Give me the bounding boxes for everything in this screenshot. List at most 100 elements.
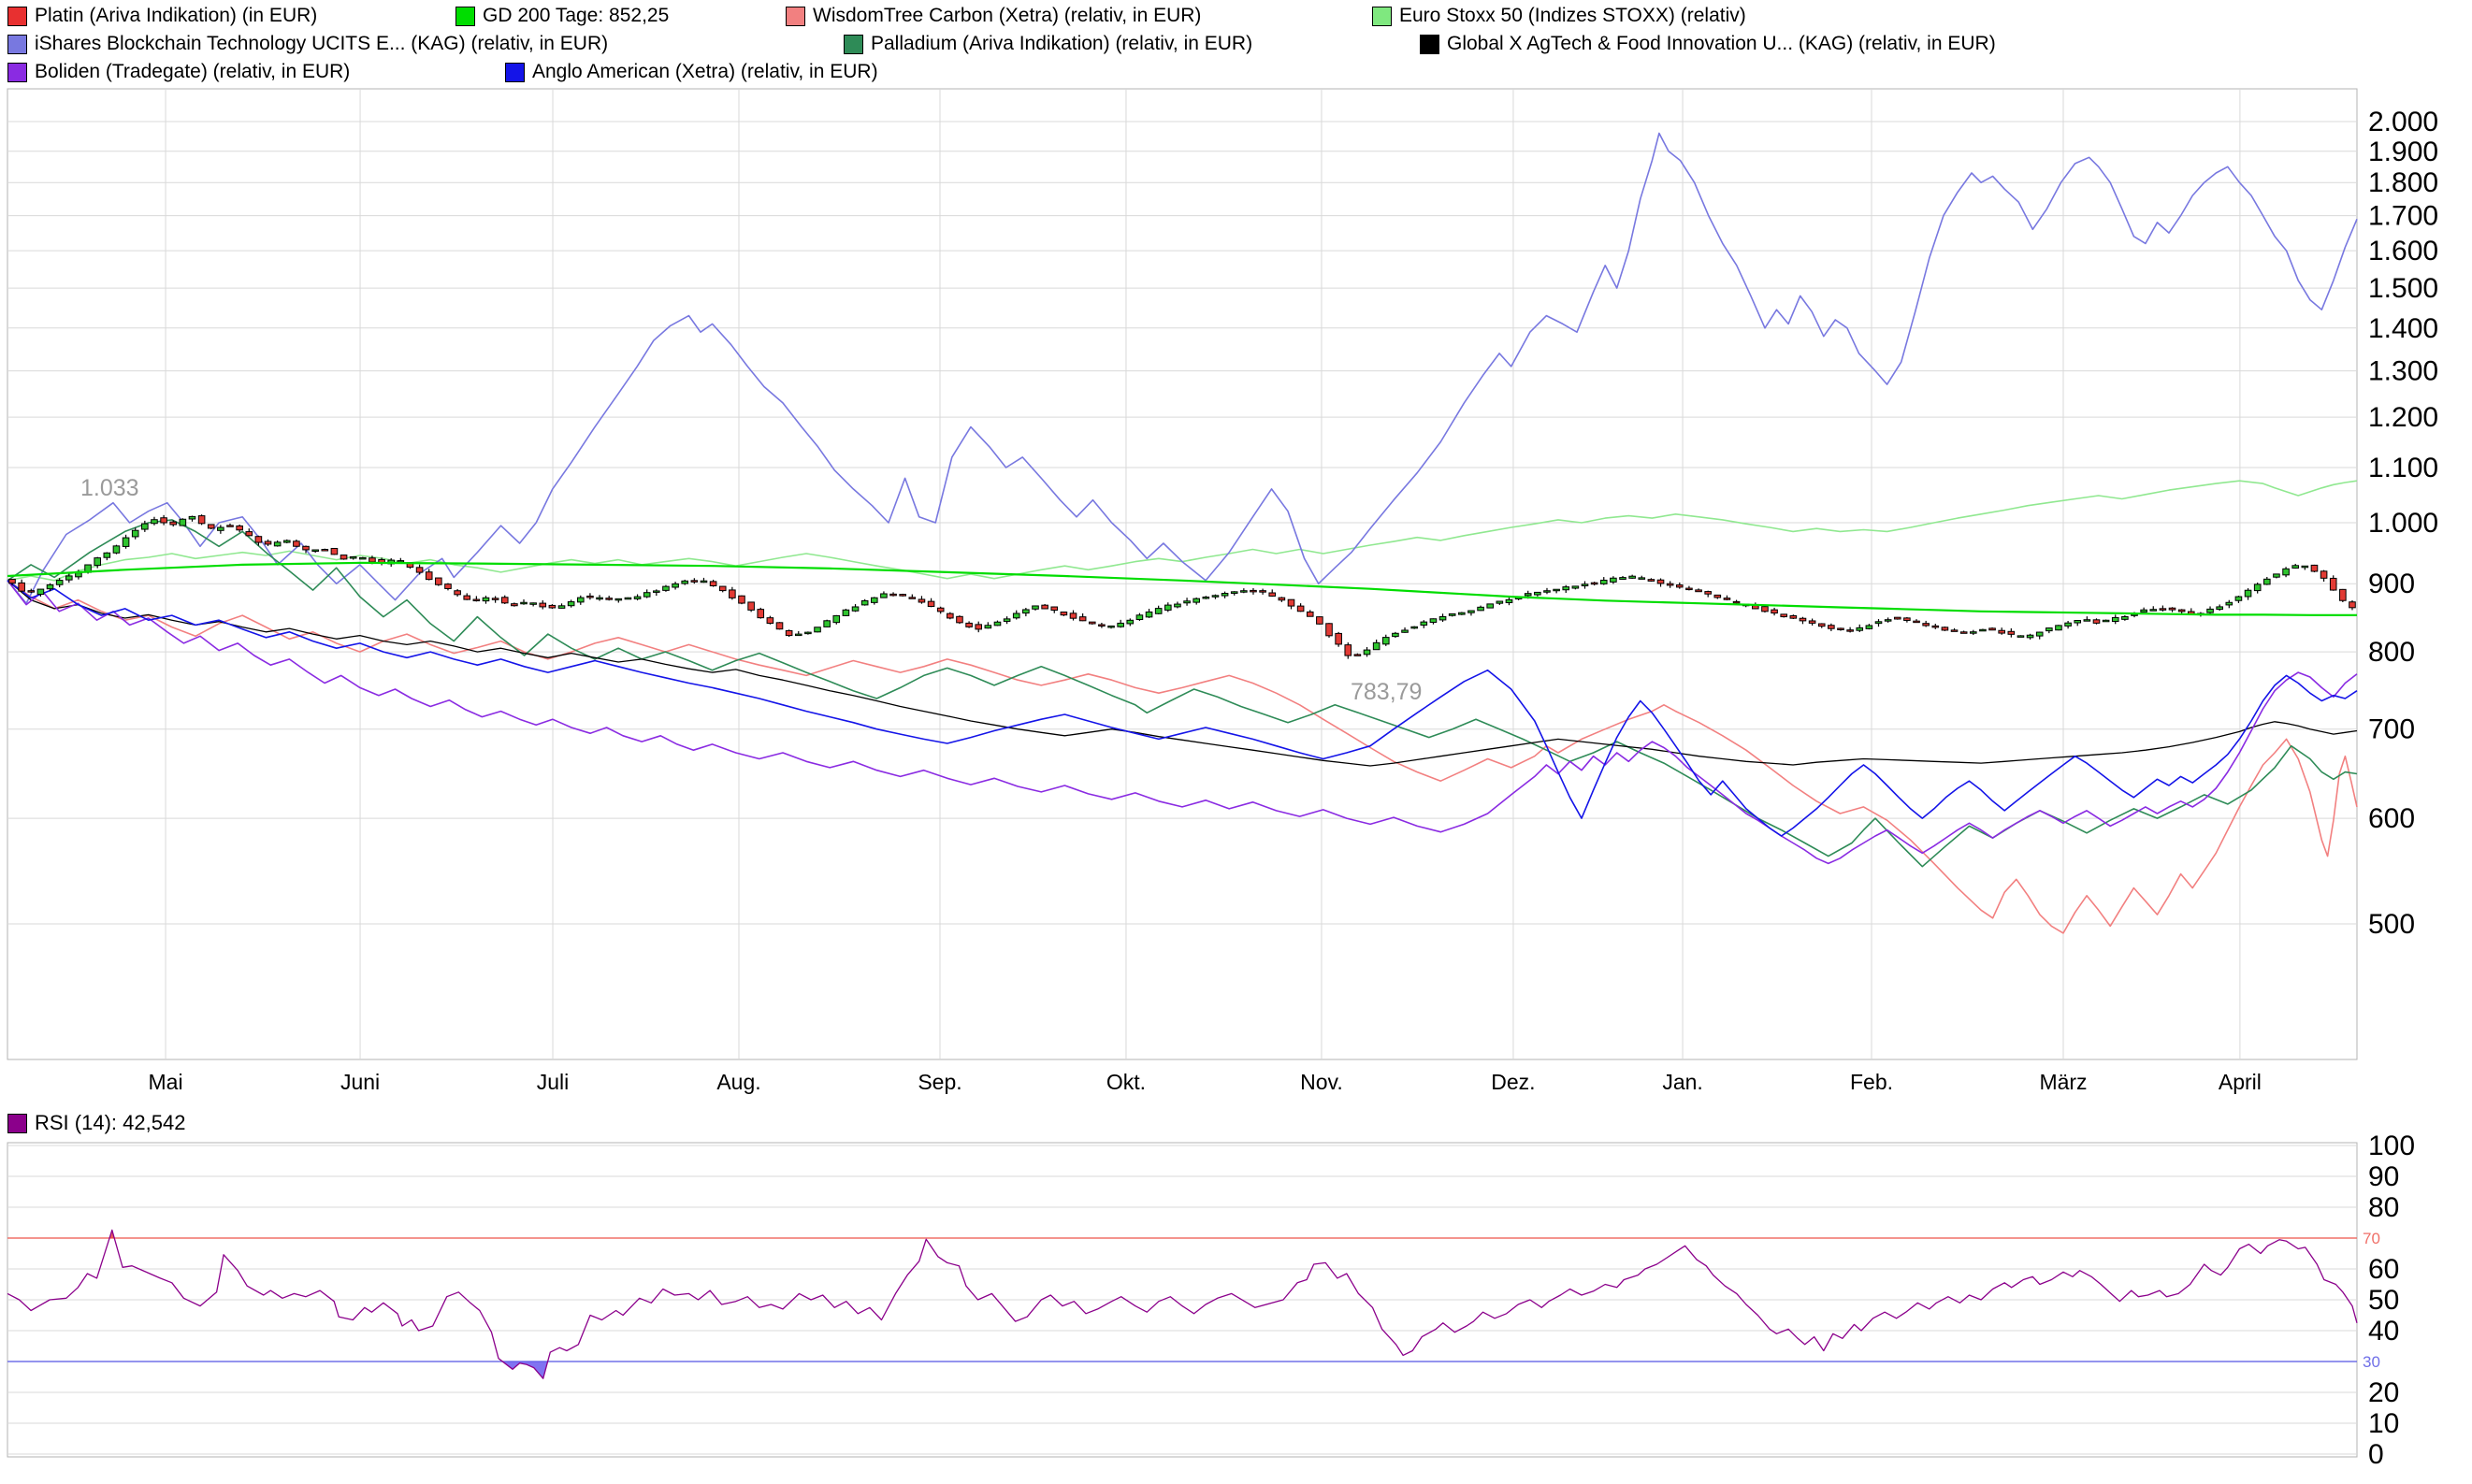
candle-body [1809, 621, 1815, 623]
candle-body [577, 598, 584, 602]
candle-body [473, 599, 480, 601]
rsi-tick-label: 60 [2368, 1254, 2399, 1285]
candle-body [730, 590, 736, 598]
candle-body [123, 538, 129, 546]
candle-body [227, 526, 234, 527]
candle-body [1714, 595, 1721, 598]
candle-body [2264, 579, 2271, 584]
candle-body [1818, 624, 1825, 627]
candle-body [464, 596, 470, 599]
candle-body [2330, 578, 2336, 590]
candle-body [1847, 630, 1854, 632]
candle-body [1155, 609, 1162, 614]
candle-body [2178, 610, 2185, 612]
candle-body [1554, 589, 1560, 591]
candle-body [1999, 630, 2005, 633]
candle-body [1885, 620, 1891, 622]
candle-body [1657, 580, 1664, 584]
candle-body [265, 541, 271, 544]
candle-body [1914, 621, 1920, 623]
candle-body [398, 561, 404, 563]
candle-body [1989, 628, 1996, 630]
candle-body [1762, 607, 1769, 612]
candle-body [37, 589, 44, 594]
candle-body [1600, 580, 1607, 584]
candle-body [928, 601, 934, 606]
candle-body [2340, 589, 2347, 600]
candle-body [208, 525, 214, 528]
candle-body [1317, 617, 1323, 625]
candle-body [1639, 578, 1645, 580]
candle-body [843, 610, 849, 615]
x-axis-month-label: Nov. [1300, 1070, 1343, 1094]
x-axis-month-label: Sep. [918, 1070, 961, 1094]
candle-body [2150, 610, 2157, 612]
rsi-tick-label: 100 [2368, 1131, 2415, 1161]
candle-body [1800, 618, 1806, 621]
candle-body [2235, 597, 2242, 600]
candle-body [767, 618, 773, 624]
candle-body [861, 600, 868, 604]
candle-body [1686, 588, 1693, 590]
y-axis-tick-label: 1.800 [2368, 167, 2438, 198]
candle-body [1866, 626, 1872, 628]
candle-body [672, 584, 679, 587]
candle-body [170, 522, 177, 525]
candle-body [1857, 627, 1863, 630]
candle-body [1696, 590, 1702, 592]
candle-body [634, 597, 641, 598]
candle-body [2046, 628, 2053, 631]
candle-body [1667, 584, 1673, 585]
candle-body [1061, 612, 1067, 615]
candle-body [957, 616, 963, 623]
candle-body [132, 530, 138, 537]
candle-body [76, 573, 82, 577]
candle-body [66, 576, 73, 580]
candle-body [871, 598, 877, 602]
candle-body [1354, 655, 1361, 656]
candle-body [1260, 591, 1266, 593]
candle-body [56, 581, 63, 585]
candle-body [937, 608, 944, 612]
candle-body [1980, 629, 1987, 631]
candle-body [28, 591, 35, 593]
candle-body [852, 607, 859, 611]
candle-body [2292, 566, 2299, 569]
candle-body [1582, 584, 1588, 586]
rsi-tick-label: 40 [2368, 1316, 2399, 1347]
candle-body [1535, 592, 1541, 595]
candle-body [1478, 607, 1484, 611]
candle-body [246, 532, 253, 536]
candle-body [218, 527, 224, 530]
rsi-tick-label: 0 [2368, 1439, 2384, 1470]
y-axis-tick-label: 1.200 [2368, 402, 2438, 433]
candle-body [9, 579, 16, 583]
candle-body [1146, 612, 1152, 616]
candle-body [1620, 578, 1626, 580]
candle-body [2311, 565, 2318, 571]
candle-body [2112, 617, 2118, 621]
candle-body [1648, 580, 1655, 582]
candle-body [1421, 622, 1427, 625]
candle-body [1496, 601, 1503, 603]
candle-body [587, 596, 594, 598]
y-axis-tick-label: 1.100 [2368, 453, 2438, 483]
rsi-tick-label: 80 [2368, 1192, 2399, 1223]
candle-body [833, 615, 840, 622]
period-low-label: 783,79 [1351, 679, 1422, 706]
candle-body [2320, 571, 2327, 578]
price-and-rsi-chart[interactable]: 2.0001.9001.8001.7001.6001.5001.4001.300… [0, 0, 2472, 1484]
candle-body [1269, 593, 1276, 596]
candle-body [161, 518, 167, 523]
candle-body [615, 598, 622, 600]
candle-body [2141, 610, 2147, 612]
candle-body [2169, 608, 2176, 610]
y-axis-tick-label: 1.600 [2368, 236, 2438, 267]
candle-body [47, 584, 53, 588]
candle-body [909, 598, 916, 599]
x-axis-month-label: Juli [537, 1070, 570, 1094]
candle-body [294, 541, 300, 546]
x-axis-month-label: April [2219, 1070, 2262, 1094]
candle-body [985, 626, 991, 628]
period-high-label: 1.033 [80, 475, 139, 502]
